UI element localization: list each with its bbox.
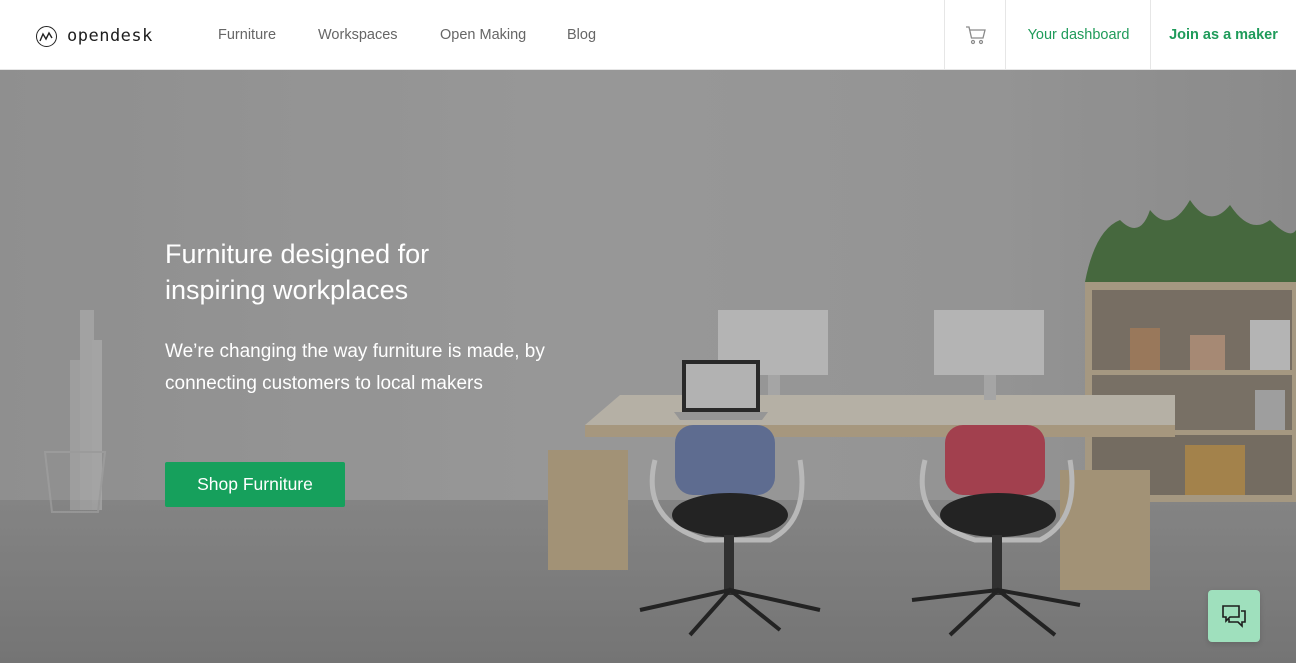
hero-title: Furniture designed for inspiring workpla… [165, 239, 430, 305]
join-as-maker-link[interactable]: Join as a maker [1169, 27, 1278, 43]
cart-button[interactable] [944, 0, 1006, 70]
nav-item-blog[interactable]: Blog [567, 0, 596, 70]
site-header: opendesk Furniture Workspaces Open Makin… [0, 0, 1296, 70]
opendesk-logo-icon [36, 25, 57, 47]
shop-furniture-button[interactable]: Shop Furniture [165, 462, 345, 507]
brand-logo[interactable]: opendesk [36, 24, 153, 48]
nav-link-furniture[interactable]: Furniture [218, 27, 276, 43]
brand-name: opendesk [67, 26, 153, 46]
nav-link-open-making[interactable]: Open Making [440, 27, 526, 43]
dashboard-link-container: Your dashboard [1005, 0, 1151, 70]
nav-item-open-making[interactable]: Open Making [440, 0, 526, 70]
hero-section: Furniture designed for inspiring workpla… [0, 70, 1296, 663]
chat-button[interactable] [1208, 590, 1260, 642]
join-link-container: Join as a maker [1150, 0, 1296, 70]
dashboard-link[interactable]: Your dashboard [1028, 27, 1130, 43]
nav-item-furniture[interactable]: Furniture [218, 0, 276, 70]
cart-icon [965, 26, 986, 45]
hero-subtitle: We’re changing the way furniture is made… [165, 341, 545, 394]
nav-item-workspaces[interactable]: Workspaces [318, 0, 398, 70]
chat-icon [1222, 605, 1246, 628]
nav-link-blog[interactable]: Blog [567, 27, 596, 43]
nav-link-workspaces[interactable]: Workspaces [318, 27, 398, 43]
